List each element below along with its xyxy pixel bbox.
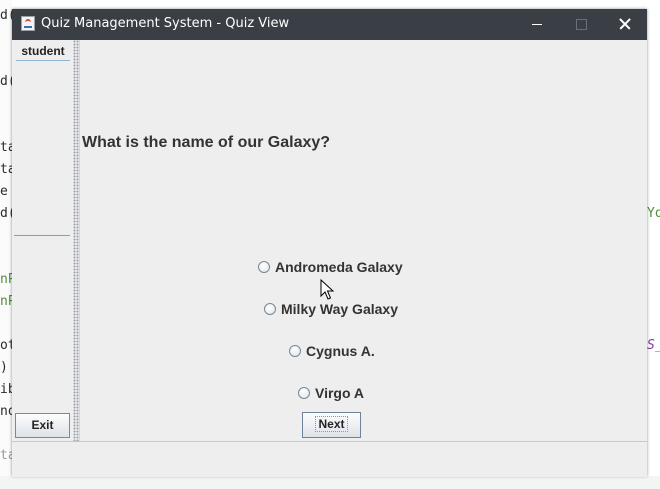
exit-button[interactable]: Exit: [15, 413, 70, 438]
window-content: student Exit What is the name of our Gal…: [12, 40, 647, 477]
next-button[interactable]: Next: [302, 412, 361, 438]
background-editor-right-edge: Yo S_: [647, 0, 660, 489]
student-panel: student Exit: [12, 40, 73, 441]
editor-text-fragment: ta: [0, 449, 12, 462]
radio-button-icon[interactable]: [289, 345, 301, 357]
editor-text-fragment: nP: [0, 273, 12, 286]
editor-text-fragment: S_: [647, 339, 660, 352]
editor-text-fragment: e: [0, 185, 8, 198]
editor-text-fragment: Yo: [647, 207, 660, 220]
radio-button-icon[interactable]: [264, 303, 276, 315]
editor-text-fragment: ot: [0, 339, 12, 352]
radio-button-icon[interactable]: [298, 387, 310, 399]
editor-text-fragment: d(: [0, 9, 12, 22]
editor-text-fragment: nP: [0, 295, 12, 308]
option-label[interactable]: Cygnus A.: [306, 342, 375, 360]
editor-text-fragment: d(: [0, 207, 12, 220]
background-editor-bottom-edge: [0, 476, 660, 489]
editor-text-fragment: no: [0, 405, 12, 418]
quiz-view-window: Quiz Management System - Quiz View stude…: [12, 9, 647, 477]
question-panel: What is the name of our Galaxy? Andromed…: [79, 40, 647, 441]
status-bar: [12, 441, 647, 477]
option-label[interactable]: Andromeda Galaxy: [275, 258, 403, 276]
editor-text-fragment: ): [0, 361, 8, 374]
mouse-pointer-icon: [320, 279, 334, 300]
question-text: What is the name of our Galaxy?: [82, 134, 331, 151]
editor-text-fragment: ta: [0, 141, 12, 154]
next-button-label: Next: [315, 416, 348, 432]
close-icon[interactable]: [603, 9, 647, 40]
java-coffee-cup-icon: [21, 16, 35, 31]
editor-text-fragment: d(: [0, 75, 12, 88]
option-label[interactable]: Milky Way Galaxy: [281, 300, 398, 318]
maximize-icon[interactable]: [559, 9, 603, 40]
background-code-editor: d( d( ta ta e d( nP nP ot ) ib no ta: [0, 0, 12, 489]
editor-text-fragment: ta: [0, 163, 12, 176]
title-bar[interactable]: Quiz Management System - Quiz View: [12, 9, 647, 40]
panel-divider: [14, 235, 70, 236]
radio-button-icon[interactable]: [258, 261, 270, 273]
editor-text-fragment: ib: [0, 383, 12, 396]
student-label: student: [16, 44, 70, 61]
option-label[interactable]: Virgo A: [315, 384, 364, 402]
window-title: Quiz Management System - Quiz View: [41, 16, 290, 31]
minimize-icon[interactable]: [515, 9, 559, 40]
